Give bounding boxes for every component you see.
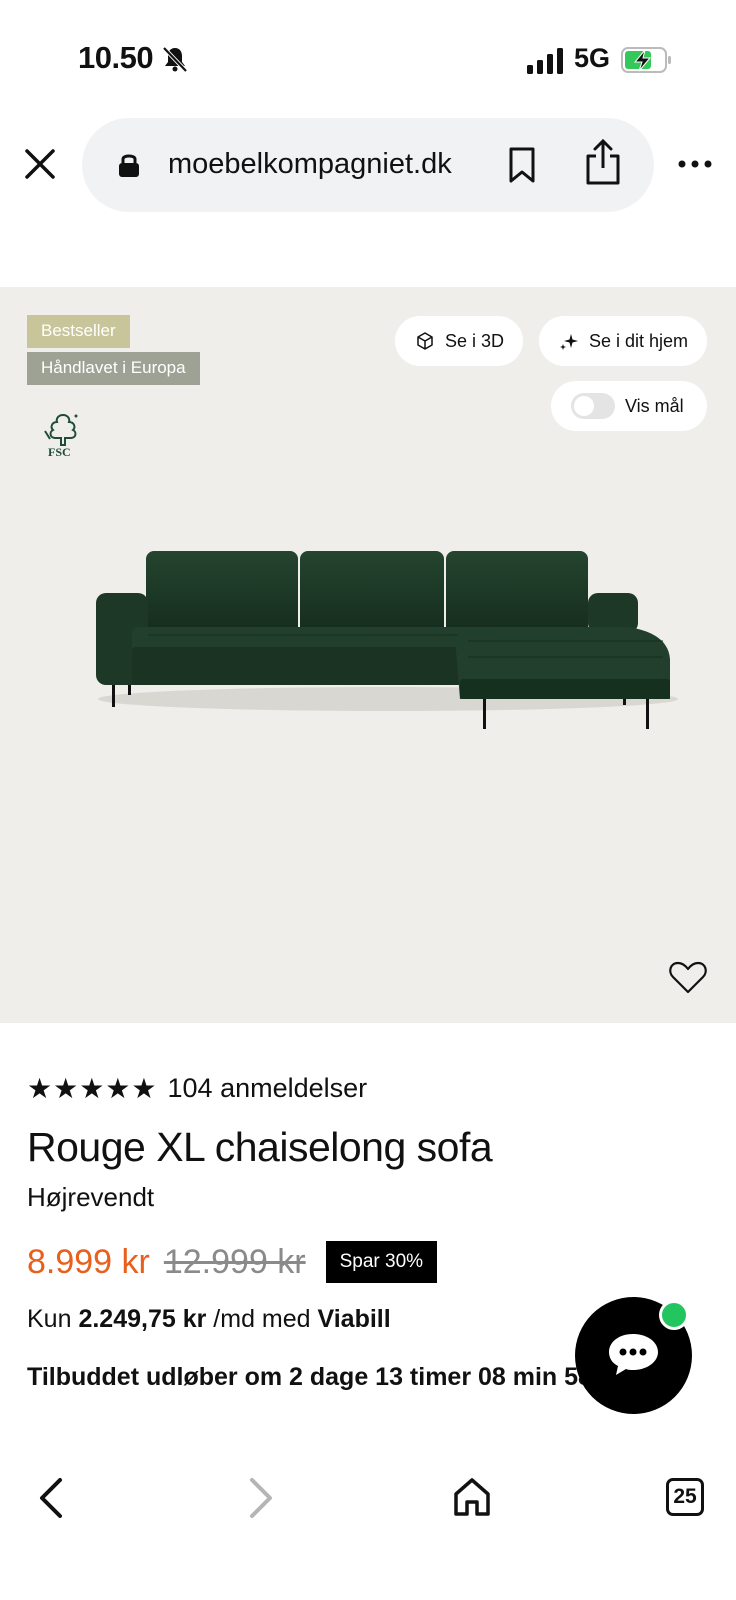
- close-icon[interactable]: [22, 146, 58, 182]
- review-count[interactable]: 104 anmeldelser: [168, 1073, 368, 1104]
- address-bar[interactable]: moebelkompagniet.dk: [82, 118, 654, 212]
- tabs-button[interactable]: 25: [666, 1478, 704, 1516]
- bookmark-icon[interactable]: [506, 146, 538, 184]
- more-icon[interactable]: [676, 152, 714, 176]
- price-row: 8.999 kr 12.999 kr Spar 30%: [27, 1241, 438, 1283]
- toggle-switch[interactable]: [571, 393, 615, 419]
- home-icon[interactable]: [452, 1476, 492, 1518]
- view-3d-button[interactable]: Se i 3D: [395, 316, 523, 366]
- battery-charging-icon: [621, 47, 671, 73]
- status-time: 10.50: [78, 40, 154, 75]
- view-in-home-label: Se i dit hjem: [589, 330, 689, 351]
- fsc-logo: FSC: [38, 409, 88, 459]
- fsc-text: FSC: [48, 445, 71, 459]
- lock-icon: [119, 154, 139, 177]
- online-status-dot: [659, 1300, 689, 1330]
- chat-bubble-icon: [609, 1334, 658, 1375]
- browser-toolbar: 25: [0, 1450, 736, 1600]
- rating-row[interactable]: ★★★★★ 104 anmeldelser: [27, 1072, 367, 1105]
- offer-countdown: Tilbuddet udløber om 2 dage 13 timer 08 …: [27, 1363, 641, 1391]
- product-image-area[interactable]: Bestseller Håndlavet i Europa FSC Se i 3…: [0, 287, 736, 1023]
- heart-icon[interactable]: [668, 959, 708, 995]
- current-price: 8.999 kr: [27, 1242, 150, 1281]
- back-icon[interactable]: [36, 1476, 66, 1520]
- star-rating: ★★★★★: [27, 1073, 158, 1104]
- finance-prefix: Kun: [27, 1305, 72, 1333]
- product-title: Rouge XL chaiselong sofa: [27, 1124, 493, 1170]
- show-measurements-toggle[interactable]: Vis mål: [551, 381, 707, 431]
- browser-bar: moebelkompagniet.dk: [0, 112, 736, 218]
- discount-badge: Spar 30%: [325, 1241, 438, 1283]
- finance-middle: /md med: [213, 1305, 311, 1333]
- chat-button[interactable]: [575, 1297, 692, 1414]
- product-variant: Højrevendt: [27, 1182, 155, 1212]
- bell-slash-icon: [162, 46, 188, 73]
- finance-amount: 2.249,75 kr: [78, 1305, 207, 1333]
- cube-icon: [417, 332, 433, 350]
- status-bar: 10.50 5G: [0, 0, 736, 110]
- sofa-product-image: [96, 551, 678, 729]
- financing-info: Kun 2.249,75 kr /md med Viabill: [27, 1305, 391, 1334]
- share-icon[interactable]: [584, 138, 622, 186]
- bestseller-badge: Bestseller: [27, 315, 130, 348]
- finance-provider: Viabill: [317, 1305, 391, 1333]
- view-in-home-button[interactable]: Se i dit hjem: [539, 316, 707, 366]
- sparkle-icon: [560, 334, 578, 350]
- handmade-badge: Håndlavet i Europa: [27, 352, 200, 385]
- original-price: 12.999 kr: [163, 1242, 306, 1281]
- show-measurements-label: Vis mål: [625, 395, 684, 416]
- network-label: 5G: [574, 43, 611, 73]
- forward-icon[interactable]: [246, 1476, 276, 1520]
- signal-icon: [527, 48, 563, 74]
- url-text: moebelkompagniet.dk: [168, 148, 452, 180]
- view-3d-label: Se i 3D: [445, 330, 505, 351]
